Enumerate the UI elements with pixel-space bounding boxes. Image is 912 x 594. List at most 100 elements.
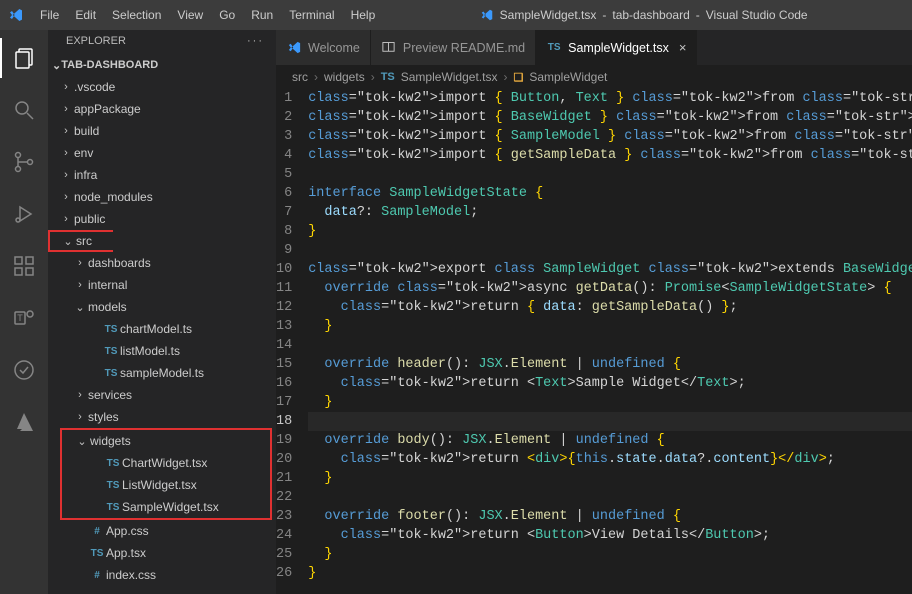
menu-view[interactable]: View [169,8,211,22]
sidebar-title: EXPLORER [66,35,126,47]
code-line[interactable] [308,241,912,260]
menu-selection[interactable]: Selection [104,8,169,22]
tab[interactable]: TSSampleWidget.tsx× [536,30,697,65]
code-line[interactable]: } [308,317,912,336]
tree-label: .vscode [74,80,115,94]
extensions-icon[interactable] [0,246,48,286]
code-line[interactable]: class="tok-kw2">return { data: getSample… [308,298,912,317]
chevron-right-icon: › [74,411,86,423]
tree-item[interactable]: ›dashboards [48,252,276,274]
tree-item[interactable]: ⌄src [48,230,113,252]
tree-item[interactable]: ›internal [48,274,276,296]
tree-item[interactable]: ›env [48,142,276,164]
tree-item[interactable]: TSchartModel.ts [48,318,276,340]
project-title[interactable]: ⌄ TAB-DASHBOARD [48,54,276,76]
more-icon[interactable]: ··· [247,35,264,47]
vscode-icon [480,8,494,22]
tree-label: models [88,300,127,314]
menu-terminal[interactable]: Terminal [281,8,342,22]
menu-help[interactable]: Help [343,8,384,22]
search-icon[interactable] [0,90,48,130]
code-content[interactable]: class="tok-kw2">import { Button, Text } … [308,89,912,594]
teams-icon[interactable]: T [0,298,48,338]
code-line[interactable]: class="tok-kw2">import { Button, Text } … [308,89,912,108]
chevron-right-icon: › [60,81,72,93]
explorer-icon[interactable] [0,38,48,78]
close-icon[interactable]: × [679,40,687,55]
code-line[interactable]: class="tok-kw2">import { SampleModel } c… [308,127,912,146]
tree-label: sampleModel.ts [120,366,204,380]
menu-edit[interactable]: Edit [67,8,104,22]
preview-icon [381,40,397,55]
chevron-right-icon: › [60,103,72,115]
tree-item[interactable]: TSSampleWidget.tsx [62,496,270,518]
tree-label: widgets [90,434,131,448]
tree-item[interactable]: ›services [48,384,276,406]
tab-label: Welcome [308,41,360,55]
code-line[interactable]: } [308,393,912,412]
code-line[interactable]: class="tok-kw2">import { getSampleData }… [308,146,912,165]
code-line[interactable]: override body(): JSX.Element | undefined… [308,431,912,450]
code-line[interactable]: interface SampleWidgetState { [308,184,912,203]
chevron-right-icon: › [314,70,318,84]
code-line[interactable]: override header(): JSX.Element | undefin… [308,355,912,374]
menu-run[interactable]: Run [243,8,281,22]
code-line[interactable]: class="tok-kw2">export class SampleWidge… [308,260,912,279]
tree-label: styles [88,410,119,424]
tree-item[interactable]: TSsampleModel.ts [48,362,276,384]
tab[interactable]: Welcome [276,30,371,65]
menu-go[interactable]: Go [211,8,243,22]
tree-item[interactable]: ›public [48,208,276,230]
code-line[interactable]: class="tok-kw2">return <div>{this.state.… [308,450,912,469]
tab[interactable]: Preview README.md [371,30,536,65]
code-line[interactable] [308,488,912,507]
code-line[interactable]: class="tok-kw2">import { BaseWidget } cl… [308,108,912,127]
code-line[interactable] [308,412,912,431]
activity-bar: T [0,30,48,594]
tree-label: App.tsx [106,546,146,560]
tree-item[interactable]: ⌄widgets [62,430,270,452]
tree-item[interactable]: ›node_modules [48,186,276,208]
tree-item[interactable]: ⌄models [48,296,276,318]
tree-item[interactable]: ›build [48,120,276,142]
source-control-icon[interactable] [0,142,48,182]
editor-tabs: Welcome Preview README.mdTSSampleWidget.t… [276,30,912,65]
ts-icon: TS [104,458,122,469]
tree-item[interactable]: ›.vscode [48,76,276,98]
svg-text:T: T [17,313,23,323]
chevron-right-icon: › [74,257,86,269]
testing-icon[interactable] [0,350,48,390]
breadcrumb[interactable]: src › widgets › TS SampleWidget.tsx › ❏ … [276,65,912,89]
title-project: tab-dashboard [612,8,689,22]
tree-label: env [74,146,93,160]
code-line[interactable] [308,165,912,184]
tree-item[interactable]: ›styles [48,406,276,428]
chevron-right-icon: › [60,191,72,203]
chevron-right-icon: › [60,147,72,159]
tree-item[interactable]: #index.css [48,564,276,586]
code-line[interactable]: data?: SampleModel; [308,203,912,222]
tree-item[interactable]: TSlistModel.ts [48,340,276,362]
tree-item[interactable]: TSChartWidget.tsx [62,452,270,474]
tree-item[interactable]: TSListWidget.tsx [62,474,270,496]
code-editor[interactable]: 1234567891011121314151617181920212223242… [276,89,912,594]
azure-icon[interactable] [0,402,48,442]
tree-label: ListWidget.tsx [122,478,197,492]
tree-label: dashboards [88,256,151,270]
run-debug-icon[interactable] [0,194,48,234]
code-line[interactable]: } [308,564,912,583]
tree-item[interactable]: #App.css [48,520,276,542]
code-line[interactable]: class="tok-kw2">return <Button>View Deta… [308,526,912,545]
code-line[interactable]: } [308,545,912,564]
tree-item[interactable]: ›appPackage [48,98,276,120]
code-line[interactable]: } [308,469,912,488]
code-line[interactable]: override footer(): JSX.Element | undefin… [308,507,912,526]
code-line[interactable] [308,336,912,355]
code-line[interactable]: override class="tok-kw2">async getData()… [308,279,912,298]
file-tree: ›.vscode›appPackage›build›env›infra›node… [48,76,276,592]
tree-item[interactable]: ›infra [48,164,276,186]
menu-file[interactable]: File [32,8,67,22]
code-line[interactable]: class="tok-kw2">return <Text>Sample Widg… [308,374,912,393]
tree-item[interactable]: TSApp.tsx [48,542,276,564]
code-line[interactable]: } [308,222,912,241]
